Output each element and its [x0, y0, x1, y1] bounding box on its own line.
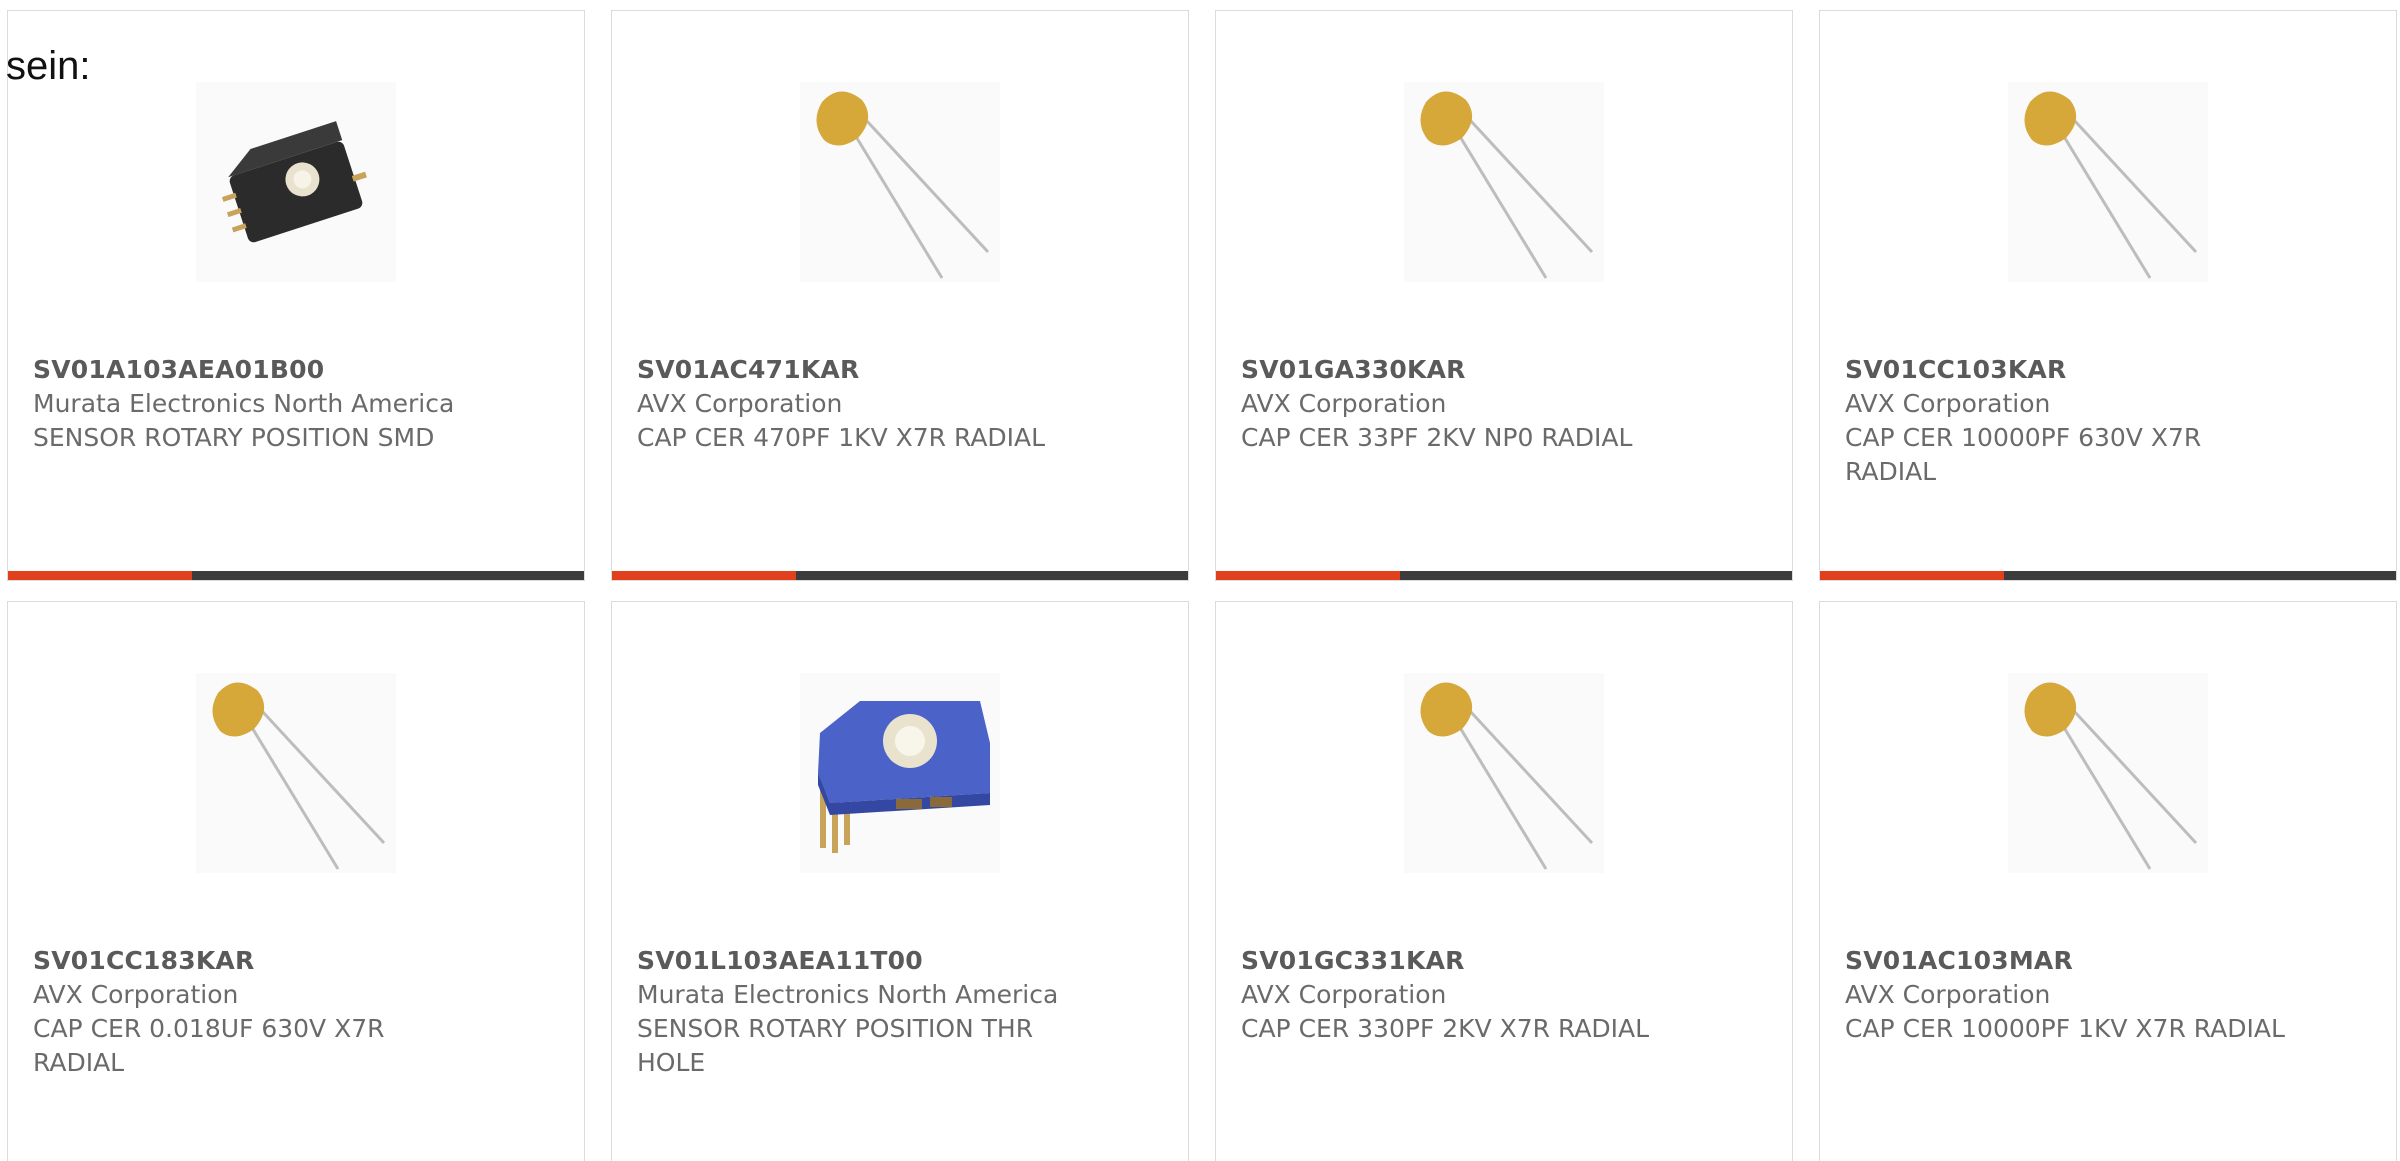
- manufacturer: Murata Electronics North America: [637, 980, 1059, 1009]
- progress-bar: [612, 571, 1188, 580]
- product-info: SV01CC183KAR AVX Corporation CAP CER 0.0…: [33, 944, 564, 1080]
- part-number-link[interactable]: SV01A103AEA01B00: [33, 353, 564, 387]
- progress-bar: [8, 571, 584, 580]
- ceramic-capacitor-icon[interactable]: [800, 82, 1000, 282]
- description: SENSOR ROTARY POSITION THR HOLE: [637, 1014, 1034, 1077]
- manufacturer: AVX Corporation: [1241, 389, 1447, 418]
- progress-bar: [1820, 571, 2396, 580]
- manufacturer: AVX Corporation: [33, 980, 239, 1009]
- product-card[interactable]: SV01GC331KAR AVX Corporation CAP CER 330…: [1215, 601, 1793, 1161]
- product-card[interactable]: SV01AC471KAR AVX Corporation CAP CER 470…: [611, 10, 1189, 581]
- part-number-link[interactable]: SV01L103AEA11T00: [637, 944, 1168, 978]
- product-info: SV01L103AEA11T00 Murata Electronics Nort…: [637, 944, 1168, 1080]
- description: CAP CER 10000PF 630V X7R RADIAL: [1845, 423, 2202, 486]
- product-info: SV01CC103KAR AVX Corporation CAP CER 100…: [1845, 353, 2376, 489]
- progress-bar: [1216, 571, 1792, 580]
- manufacturer: AVX Corporation: [1845, 980, 2051, 1009]
- manufacturer: Murata Electronics North America: [33, 389, 455, 418]
- product-info: SV01A103AEA01B00 Murata Electronics Nort…: [33, 353, 564, 455]
- product-grid-page: sein: SV01A103AEA01B00 Murata Electronic…: [0, 0, 2400, 1161]
- progress-fill: [8, 571, 193, 580]
- manufacturer: AVX Corporation: [637, 389, 843, 418]
- product-card[interactable]: SV01CC183KAR AVX Corporation CAP CER 0.0…: [7, 601, 585, 1161]
- rotary-sensor-thru-hole-icon[interactable]: [800, 673, 1000, 873]
- part-number-link[interactable]: SV01CC103KAR: [1845, 353, 2376, 387]
- ceramic-capacitor-icon[interactable]: [1404, 673, 1604, 873]
- description: SENSOR ROTARY POSITION SMD: [33, 423, 435, 452]
- product-card[interactable]: SV01AC103MAR AVX Corporation CAP CER 100…: [1819, 601, 2397, 1161]
- part-number-link[interactable]: SV01AC471KAR: [637, 353, 1168, 387]
- rotary-sensor-smd-icon[interactable]: [196, 82, 396, 282]
- ceramic-capacitor-icon[interactable]: [1404, 82, 1604, 282]
- ceramic-capacitor-icon[interactable]: [2008, 82, 2208, 282]
- description: CAP CER 470PF 1KV X7R RADIAL: [637, 423, 1046, 452]
- product-info: SV01GC331KAR AVX Corporation CAP CER 330…: [1241, 944, 1772, 1046]
- part-number-link[interactable]: SV01AC103MAR: [1845, 944, 2376, 978]
- progress-fill: [1216, 571, 1401, 580]
- product-info: SV01AC471KAR AVX Corporation CAP CER 470…: [637, 353, 1168, 455]
- manufacturer: AVX Corporation: [1241, 980, 1447, 1009]
- product-card[interactable]: SV01CC103KAR AVX Corporation CAP CER 100…: [1819, 10, 2397, 581]
- ceramic-capacitor-icon[interactable]: [196, 673, 396, 873]
- ceramic-capacitor-icon[interactable]: [2008, 673, 2208, 873]
- description: CAP CER 10000PF 1KV X7R RADIAL: [1845, 1014, 2285, 1043]
- manufacturer: AVX Corporation: [1845, 389, 2051, 418]
- description: CAP CER 330PF 2KV X7R RADIAL: [1241, 1014, 1650, 1043]
- intro-text: sein:: [6, 44, 91, 88]
- product-card[interactable]: SV01A103AEA01B00 Murata Electronics Nort…: [7, 10, 585, 581]
- progress-fill: [612, 571, 797, 580]
- part-number-link[interactable]: SV01GC331KAR: [1241, 944, 1772, 978]
- part-number-link[interactable]: SV01CC183KAR: [33, 944, 564, 978]
- product-card[interactable]: SV01L103AEA11T00 Murata Electronics Nort…: [611, 601, 1189, 1161]
- progress-fill: [1820, 571, 2005, 580]
- part-number-link[interactable]: SV01GA330KAR: [1241, 353, 1772, 387]
- product-info: SV01GA330KAR AVX Corporation CAP CER 33P…: [1241, 353, 1772, 455]
- product-card[interactable]: SV01GA330KAR AVX Corporation CAP CER 33P…: [1215, 10, 1793, 581]
- description: CAP CER 33PF 2KV NP0 RADIAL: [1241, 423, 1633, 452]
- product-info: SV01AC103MAR AVX Corporation CAP CER 100…: [1845, 944, 2376, 1046]
- description: CAP CER 0.018UF 630V X7R RADIAL: [33, 1014, 385, 1077]
